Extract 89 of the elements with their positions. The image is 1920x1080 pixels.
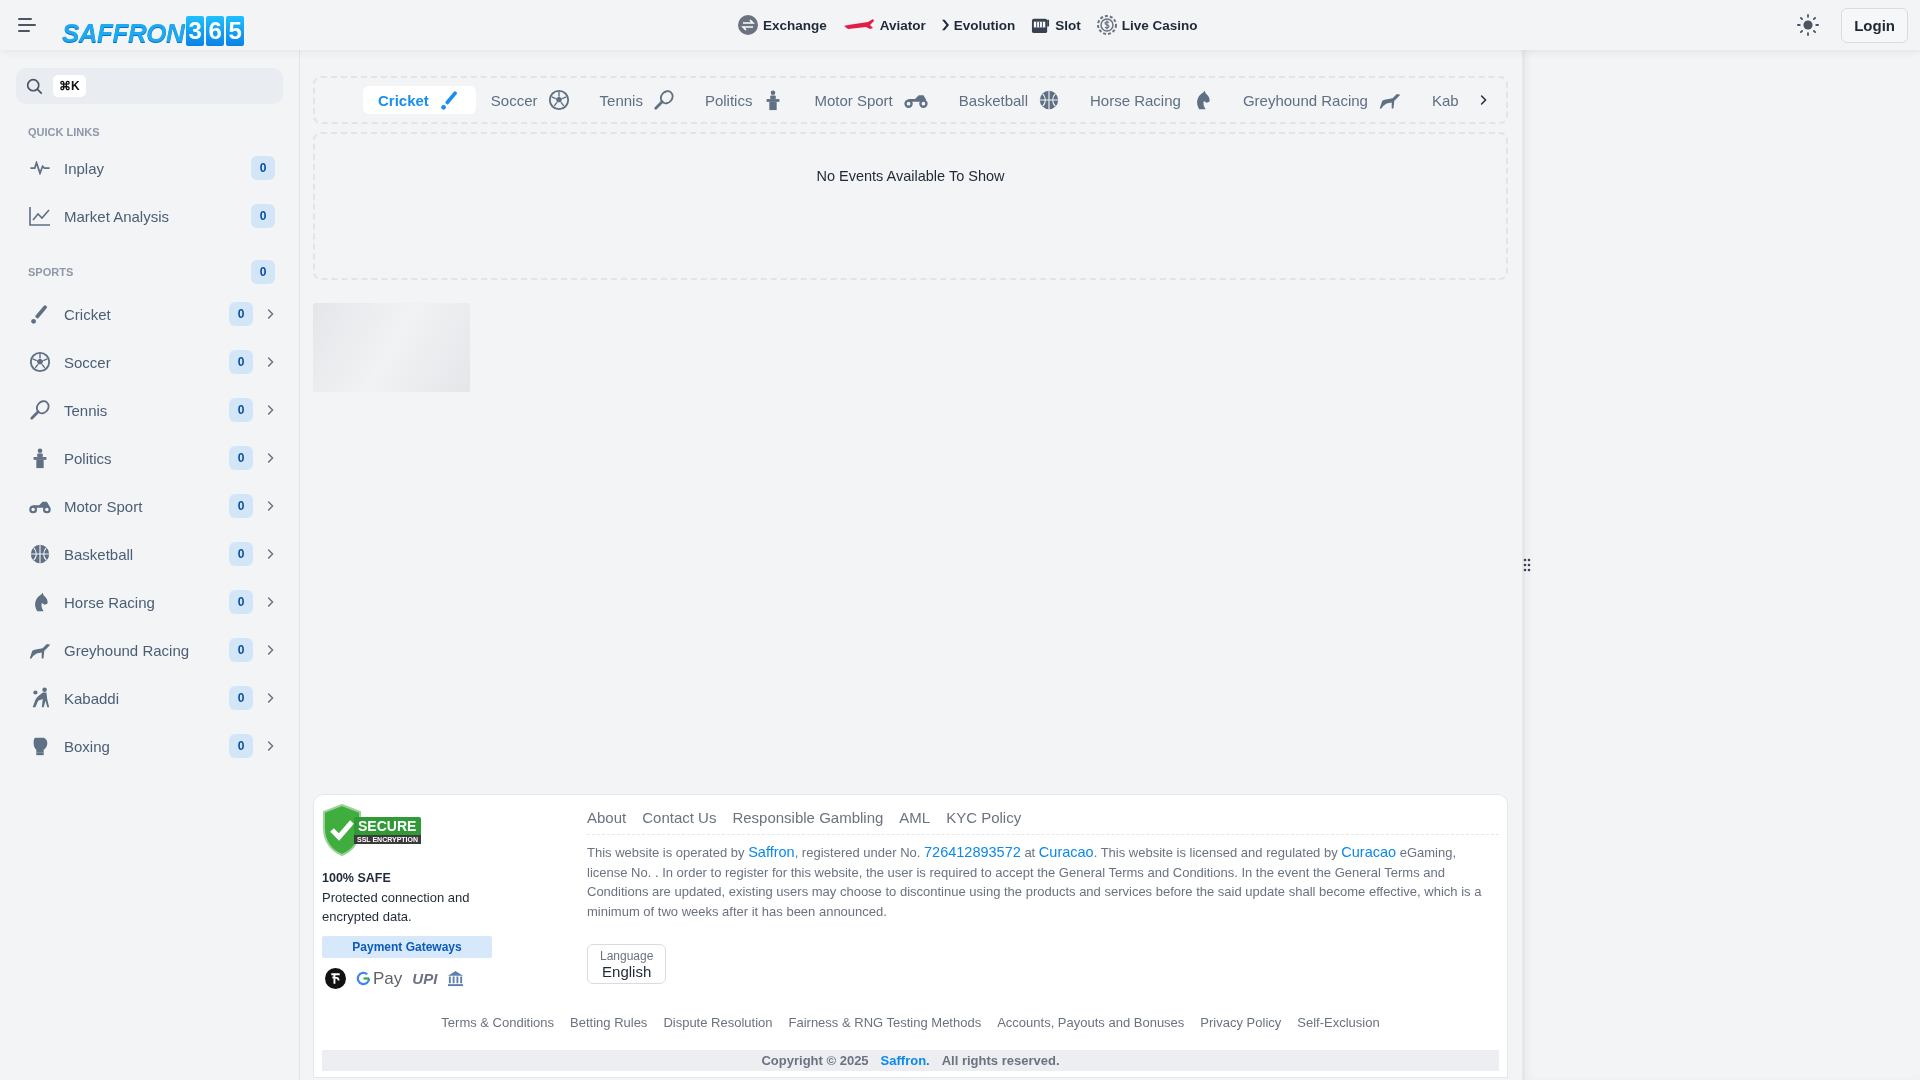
empty-message: No Events Available To Show: [816, 168, 1005, 186]
footer-link[interactable]: About: [587, 809, 627, 826]
pulse-line-icon: [29, 161, 51, 175]
bank-icon: [447, 970, 465, 987]
sidebar-item[interactable]: Cricket 0: [16, 290, 283, 338]
sport-tab[interactable]: Motor Sport: [799, 86, 944, 114]
sidebar-item[interactable]: Tennis 0: [16, 386, 283, 434]
nav-link[interactable]: Aviator: [842, 15, 926, 35]
count-badge: 0: [229, 494, 253, 518]
sport-tab[interactable]: Horse Racing: [1075, 86, 1228, 114]
search-icon: [26, 77, 43, 95]
payment-title: Payment Gateways: [322, 936, 492, 958]
count-badge: 0: [251, 260, 275, 284]
chevron-logo-icon: [941, 19, 949, 31]
search-field[interactable]: ⌘K: [16, 68, 283, 104]
sport-tab[interactable]: Greyhound Racing: [1227, 86, 1417, 114]
sport-tab[interactable]: Basketball: [943, 86, 1075, 114]
footer-link[interactable]: Fairness & RNG Testing Methods: [788, 1015, 982, 1030]
casino-chip-icon: [1096, 15, 1117, 35]
notice-link[interactable]: Curacao: [1038, 844, 1094, 860]
notice-link[interactable]: 726412893572: [924, 844, 1021, 860]
login-button[interactable]: Login: [1841, 7, 1908, 43]
sidebar-item[interactable]: Inplay 0: [16, 144, 283, 192]
count-badge: 0: [229, 590, 253, 614]
count-badge: 0: [229, 734, 253, 758]
notice-link[interactable]: Saffron: [748, 844, 795, 860]
nav-link[interactable]: Slot: [1031, 15, 1081, 35]
logo-digit[interactable]: 6: [206, 16, 225, 46]
section-title: QUICK LINKS: [28, 126, 100, 138]
tennis-racket-icon: [29, 399, 51, 421]
sport-tab[interactable]: Cricket: [363, 86, 476, 114]
gpay-logo: Pay: [356, 968, 403, 989]
language-selector[interactable]: Language English: [587, 944, 667, 984]
count-badge: 0: [229, 350, 253, 374]
nav-link[interactable]: Evolution: [941, 15, 1016, 35]
count-badge: 0: [251, 156, 275, 180]
sport-tab[interactable]: Soccer: [475, 86, 585, 114]
plane-icon: [842, 18, 875, 32]
sport-tab[interactable]: Politics: [689, 86, 800, 114]
footer-link[interactable]: Terms & Conditions: [441, 1015, 555, 1030]
nav-link[interactable]: Exchange: [737, 15, 827, 35]
footer-link[interactable]: Self-Exclusion: [1297, 1015, 1380, 1030]
footer-link[interactable]: AML: [899, 809, 931, 826]
notice-link[interactable]: Curacao: [1341, 844, 1397, 860]
exchange-arrows-icon: [737, 15, 758, 35]
count-badge: 0: [229, 686, 253, 710]
sidebar-item[interactable]: Market Analysis 0: [16, 192, 283, 240]
count-badge: 0: [229, 302, 253, 326]
phonepe-icon: [325, 968, 346, 989]
nav-link[interactable]: Live Casino: [1096, 15, 1198, 35]
basketball-icon: [1038, 89, 1060, 111]
sport-tab[interactable]: Tennis: [584, 86, 690, 114]
count-badge: 0: [251, 204, 275, 228]
count-badge: 0: [229, 542, 253, 566]
sport-tab[interactable]: Kab: [1416, 86, 1463, 114]
footer-link[interactable]: Contact Us: [642, 809, 717, 826]
sidebar-item[interactable]: Soccer 0: [16, 338, 283, 386]
rights-text: All rights reserved.: [941, 1053, 1060, 1068]
license-notice: This website is operated by Saffron, registered under No. 726412893572 at Curacao. This website is licensed and regulated by Curacao eGaming, license No. . In order to register for this website, the user is required to accept the General Terms and Conditions. In the event the General Terms and Conditions are updated, existing users may choose to discontinue using the products and services before the said update shall become effective, which is a minimum of two weeks after it has been announced.: [587, 843, 1483, 921]
logo-digit[interactable]: 3: [186, 16, 205, 46]
basketball-icon: [29, 543, 51, 565]
footer-link[interactable]: KYC Policy: [946, 809, 1022, 826]
upi-logo: UPI: [412, 970, 438, 987]
copyright-text: Copyright © 2025: [761, 1053, 869, 1068]
sidebar-item[interactable]: Greyhound Racing 0: [16, 626, 283, 674]
safe-title: 100% SAFE: [322, 871, 392, 885]
chevron-right-icon[interactable]: [1480, 94, 1488, 106]
safe-description: Protected connection and encrypted data.: [322, 889, 471, 926]
footer-link[interactable]: Privacy Policy: [1200, 1015, 1282, 1030]
footer-link[interactable]: Responsible Gambling: [732, 809, 884, 826]
sidebar-item[interactable]: Basketball 0: [16, 530, 283, 578]
sidebar-item[interactable]: Politics 0: [16, 434, 283, 482]
sidebar-item[interactable]: Boxing 0: [16, 722, 283, 770]
sidebar-item[interactable]: Motor Sport 0: [16, 482, 283, 530]
tennis-racket-icon: [652, 89, 675, 111]
drag-handle-icon[interactable]: [1523, 558, 1531, 572]
sidebar-item[interactable]: Kabaddi 0: [16, 674, 283, 722]
count-badge: 0: [229, 638, 253, 662]
footer-link[interactable]: Betting Rules: [570, 1015, 648, 1030]
count-badge: 0: [229, 398, 253, 422]
sidebar-item[interactable]: Horse Racing 0: [16, 578, 283, 626]
shortcut-key: ⌘K: [53, 75, 86, 97]
section-title: SPORTS: [28, 266, 74, 278]
line-chart-icon: [29, 206, 51, 226]
brand-link[interactable]: Saffron.: [880, 1053, 930, 1068]
logo-digit[interactable]: 5: [226, 16, 245, 46]
footer-link[interactable]: Accounts, Payouts and Bonuses: [997, 1015, 1185, 1030]
footer-link[interactable]: Dispute Resolution: [663, 1015, 773, 1030]
count-badge: 0: [229, 446, 253, 470]
